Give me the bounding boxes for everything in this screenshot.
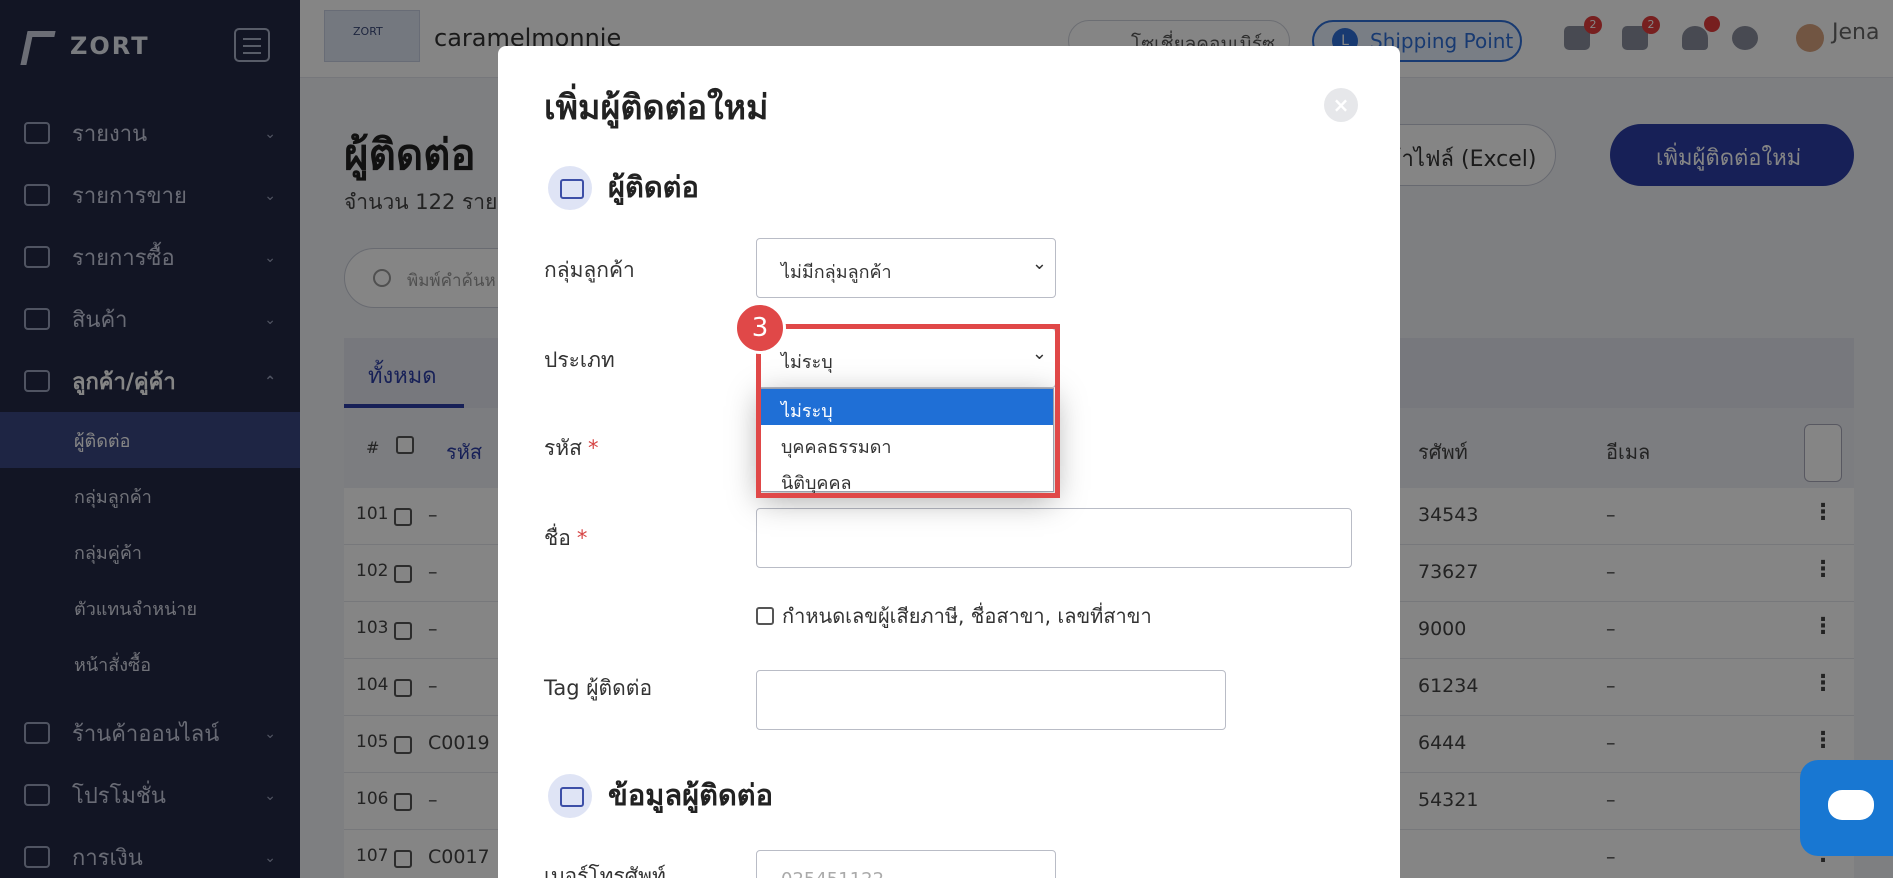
close-icon[interactable]: × bbox=[1324, 88, 1358, 122]
contact-book-icon bbox=[548, 774, 592, 818]
customer-group-label: กลุ่มลูกค้า bbox=[544, 258, 635, 282]
phone-placeholder: 025451122 bbox=[781, 869, 884, 878]
code-label: รหัส * bbox=[544, 432, 598, 465]
section-title-contact-info: ข้อมูลผู้ติดต่อ bbox=[608, 778, 774, 812]
phone-label: เบอร์โทรศัพท์ bbox=[544, 864, 666, 878]
tag-input[interactable] bbox=[756, 670, 1226, 730]
type-label: ประเภท bbox=[544, 348, 615, 372]
tax-info-checkbox-label: กำหนดเลขผู้เสียภาษี, ชื่อสาขา, เลขที่สาข… bbox=[782, 604, 1152, 628]
highlight-box bbox=[756, 324, 1060, 498]
tax-info-checkbox-row[interactable]: กำหนดเลขผู้เสียภาษี, ชื่อสาขา, เลขที่สาข… bbox=[756, 600, 1152, 632]
name-label: ชื่อ * bbox=[544, 522, 587, 555]
chevron-down-icon: ⌄ bbox=[1031, 253, 1047, 274]
step-badge: 3 bbox=[734, 302, 786, 354]
phone-input[interactable]: 025451122 bbox=[756, 850, 1056, 878]
customer-group-select[interactable]: ไม่มีกลุ่มลูกค้า ⌄ bbox=[756, 238, 1056, 298]
code-label-text: รหัส bbox=[544, 436, 582, 460]
name-label-text: ชื่อ bbox=[544, 526, 571, 550]
section-title-contact: ผู้ติดต่อ bbox=[608, 170, 699, 204]
tag-label: Tag ผู้ติดต่อ bbox=[544, 676, 653, 700]
id-card-icon bbox=[548, 166, 592, 210]
required-mark: * bbox=[587, 436, 599, 460]
required-mark: * bbox=[576, 526, 588, 550]
modal-title: เพิ่มผู้ติดต่อใหม่ bbox=[544, 88, 769, 128]
chat-widget-button[interactable] bbox=[1800, 760, 1893, 856]
tax-info-checkbox[interactable] bbox=[756, 607, 774, 625]
customer-group-value: ไม่มีกลุ่มลูกค้า bbox=[781, 262, 892, 283]
name-input[interactable] bbox=[756, 508, 1352, 568]
